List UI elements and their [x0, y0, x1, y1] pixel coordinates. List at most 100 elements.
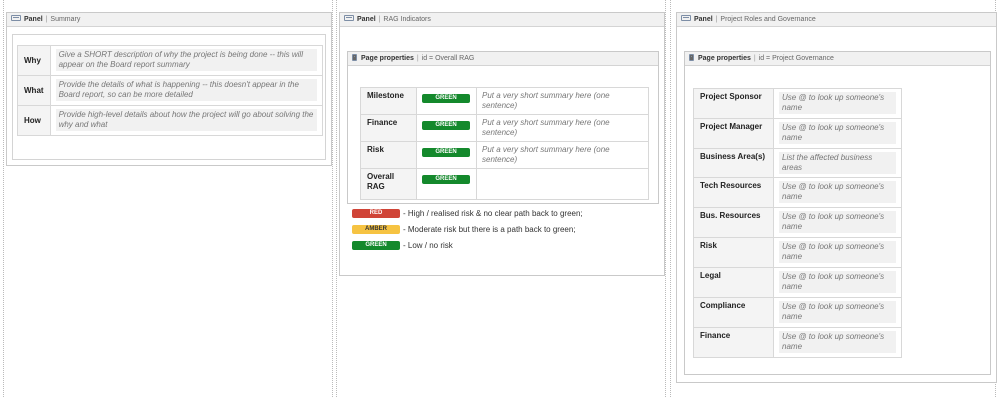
row-key: Overall RAG	[360, 168, 417, 200]
row-value[interactable]: Use @ to look up someone's name	[773, 177, 902, 208]
legend-text: - Moderate risk but there is a path back…	[403, 225, 576, 234]
row-key: Compliance	[693, 297, 774, 328]
page-properties-header: Page properties | id = Overall RAG	[348, 52, 658, 66]
row-value[interactable]: Use @ to look up someone's name	[773, 237, 902, 268]
row-value[interactable]: Use @ to look up someone's name	[773, 327, 902, 358]
row-value-text: Use @ to look up someone's name	[779, 331, 896, 353]
row-key: Finance	[360, 114, 417, 142]
panel-title: Panel	[24, 16, 43, 23]
status-lozenge: GREEN	[352, 241, 400, 251]
summary-panel-header: Panel | Summary	[7, 13, 331, 27]
page-properties-id: id = Overall RAG	[421, 55, 475, 62]
row-value[interactable]: Use @ to look up someone's name	[773, 297, 902, 328]
table-row: Risk GREEN Put a very short summary here (…	[360, 141, 649, 169]
row-key: Milestone	[360, 87, 417, 115]
table-row: Overall RAG GREEN	[360, 168, 649, 200]
table-row: Business Area(s) List the affected busine…	[693, 148, 902, 178]
page-properties-label: Page properties	[698, 55, 751, 62]
row-summary[interactable]	[476, 168, 649, 200]
rag-panel: Panel | RAG Indicators Page properties |…	[339, 12, 665, 276]
row-status[interactable]: GREEN	[416, 87, 477, 115]
status-lozenge: GREEN	[422, 175, 470, 184]
row-key: Project Manager	[693, 118, 774, 149]
panel-subtitle: Summary	[50, 16, 81, 23]
row-key: Tech Resources	[693, 177, 774, 208]
page-properties-header: Page properties | id = Project Governanc…	[685, 52, 990, 66]
table-row: What Provide the details of what is happe…	[17, 75, 324, 106]
legend-text: - High / realised risk & no clear path b…	[403, 209, 583, 218]
row-value[interactable]: Use @ to look up someone's name	[773, 267, 902, 298]
row-value-text: Use @ to look up someone's name	[779, 301, 896, 323]
row-summary[interactable]: Put a very short summary here (one sente…	[476, 87, 649, 115]
row-value[interactable]: Provide high-level details about how the…	[49, 105, 324, 136]
table-row: Project Manager Use @ to look up someone'…	[693, 118, 902, 149]
panel-icon	[344, 15, 354, 22]
panel-title: Panel	[357, 16, 376, 23]
table-row: Legal Use @ to look up someone's name	[693, 267, 902, 298]
panel-title-separator: |	[376, 16, 383, 23]
panel-title-separator: |	[43, 16, 50, 23]
status-lozenge: GREEN	[422, 148, 470, 157]
governance-panel-header: Panel | Project Roles and Governance	[677, 13, 996, 27]
page-properties-separator: |	[414, 55, 421, 62]
layout-column-rag: Panel | RAG Indicators Page properties |…	[336, 0, 666, 397]
row-status[interactable]: GREEN	[416, 141, 477, 169]
rag-panel-header: Panel | RAG Indicators	[340, 13, 664, 27]
page-properties-governance: Page properties | id = Project Governanc…	[684, 51, 991, 375]
table-row: How Provide high-level details about how …	[17, 105, 324, 136]
legend-row: AMBER - Moderate risk but there is a path…	[352, 225, 576, 235]
row-value-text: List the affected business areas	[779, 152, 896, 174]
panel-title-separator: |	[713, 16, 720, 23]
row-value[interactable]: Give a SHORT description of why the proj…	[49, 45, 324, 76]
legend-row: GREEN - Low / no risk	[352, 241, 453, 251]
table-row: Bus. Resources Use @ to look up someone's…	[693, 207, 902, 238]
row-status[interactable]: GREEN	[416, 168, 477, 200]
summary-panel: Panel | Summary Why Give a SHORT descript…	[6, 12, 332, 166]
panel-icon	[681, 15, 691, 22]
row-value-text: Provide the details of what is happening…	[55, 79, 317, 101]
panel-title: Panel	[694, 16, 713, 23]
table-row: Tech Resources Use @ to look up someone's…	[693, 177, 902, 208]
panel-subtitle: RAG Indicators	[383, 16, 431, 23]
page-properties-icon	[689, 53, 694, 61]
rag-table: Milestone GREEN Put a very short summary h…	[360, 87, 649, 200]
table-row: Project Sponsor Use @ to look up someone'…	[693, 88, 902, 119]
row-value[interactable]: Use @ to look up someone's name	[773, 88, 902, 119]
table-row: Risk Use @ to look up someone's name	[693, 237, 902, 268]
row-summary[interactable]: Put a very short summary here (one sente…	[476, 114, 649, 142]
row-value-text: Provide high-level details about how the…	[55, 109, 317, 131]
row-value[interactable]: Use @ to look up someone's name	[773, 207, 902, 238]
panel-subtitle: Project Roles and Governance	[720, 16, 816, 23]
row-summary[interactable]: Put a very short summary here (one sente…	[476, 141, 649, 169]
row-value[interactable]: Provide the details of what is happening…	[49, 75, 324, 106]
page-properties-rag: Page properties | id = Overall RAG Miles…	[347, 51, 659, 204]
legend-text: - Low / no risk	[403, 241, 453, 250]
summary-table: Why Give a SHORT description of why the p…	[17, 45, 324, 136]
row-key: Business Area(s)	[693, 148, 774, 178]
row-value-text: Use @ to look up someone's name	[779, 181, 896, 203]
status-lozenge: GREEN	[422, 121, 470, 130]
row-value-text: Give a SHORT description of why the proj…	[55, 49, 317, 71]
page-properties-separator: |	[751, 55, 758, 62]
row-value-text: Use @ to look up someone's name	[779, 241, 896, 263]
row-value[interactable]: Use @ to look up someone's name	[773, 118, 902, 149]
row-key: Project Sponsor	[693, 88, 774, 119]
row-value-text: Use @ to look up someone's name	[779, 271, 896, 293]
row-value-text: Use @ to look up someone's name	[779, 211, 896, 233]
row-key: Finance	[693, 327, 774, 358]
legend-row: RED - High / realised risk & no clear pat…	[352, 209, 583, 219]
table-row: Compliance Use @ to look up someone's nam…	[693, 297, 902, 328]
row-value[interactable]: List the affected business areas	[773, 148, 902, 178]
row-key: What	[17, 75, 51, 106]
panel-icon	[11, 15, 21, 22]
row-key: How	[17, 105, 51, 136]
summary-content: Why Give a SHORT description of why the p…	[12, 34, 326, 160]
row-key: Risk	[693, 237, 774, 268]
table-row: Finance Use @ to look up someone's name	[693, 327, 902, 358]
table-row: Why Give a SHORT description of why the p…	[17, 45, 324, 76]
page-properties-label: Page properties	[361, 55, 414, 62]
row-key: Legal	[693, 267, 774, 298]
status-lozenge: RED	[352, 209, 400, 219]
row-status[interactable]: GREEN	[416, 114, 477, 142]
row-key: Bus. Resources	[693, 207, 774, 238]
